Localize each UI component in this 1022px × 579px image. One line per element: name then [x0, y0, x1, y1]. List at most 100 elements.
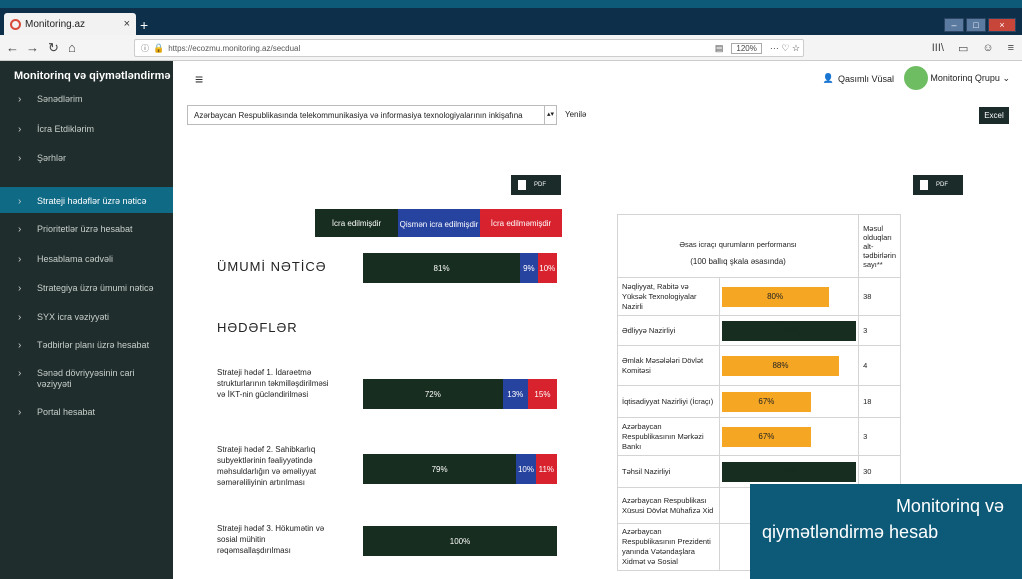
legend-partial: Qismən icra edilmişdir: [398, 209, 480, 237]
goal-1-text: Strateji hədəf 1. İdarəetmə strukturları…: [217, 368, 329, 399]
forward-icon[interactable]: →: [26, 40, 39, 55]
watermark-line-1: Monitorinq və: [895, 496, 1004, 516]
chevron-right-icon: ›: [18, 407, 22, 418]
sidebar-item-priorities[interactable]: › Prioritetlər üzrə hesabat: [0, 224, 173, 235]
chevron-down-icon: ⌄: [1002, 73, 1010, 83]
chevron-right-icon: ›: [18, 153, 22, 164]
goal-2-text: Strateji hədəf 2. Sahibkarlıq subyektlər…: [217, 445, 317, 487]
goals-title: HƏDƏFLƏR: [217, 320, 298, 335]
chevron-right-icon: ›: [18, 254, 22, 265]
dropdown-arrow-icon: ▴▾: [544, 106, 556, 124]
chevron-right-icon: ›: [18, 312, 22, 323]
chevron-right-icon: ›: [18, 94, 22, 105]
menu-icon[interactable]: ≡: [1008, 42, 1014, 55]
sidebar-item-doc-flow[interactable]: › Sənəd dövriyyəsinin cari vəziyyəti: [0, 368, 150, 390]
group-menu[interactable]: Monitorinq Qrupu ⌄: [930, 73, 1010, 84]
library-icon[interactable]: III\: [932, 42, 944, 55]
watermark: Monitorinq və qiymətləndirmə hesab: [750, 484, 1022, 579]
excel-button[interactable]: Excel: [979, 107, 1009, 124]
performance-org: Azərbaycan Respublikasının Prezidenti ya…: [617, 523, 720, 571]
watermark-line-2: qiymətləndirmə hesab: [762, 522, 939, 542]
tab-bar: Monitoring.az × + – □ ×: [0, 8, 1022, 35]
user-icon: 👤: [822, 73, 834, 83]
performance-title-cell: Əsas icraçı qurumların performansı (100 …: [616, 214, 860, 278]
performance-count: 4: [858, 345, 901, 386]
sidebar-item-action-plan[interactable]: › Tədbirlər planı üzrə hesabat: [0, 340, 173, 351]
performance-row: Əmlak Məsələləri Dövlət Komitəsi 88% 4: [617, 345, 901, 386]
toolbar-icons: III\ ▭ ☺ ≡: [932, 42, 1014, 55]
legend-done: İcra edilmişdir: [315, 209, 398, 237]
goal-3-bar: 100%: [363, 526, 557, 556]
goal-3-text: Strateji hədəf 3. Hökumətin və sosial mü…: [217, 524, 325, 555]
user-menu[interactable]: 👤 Qasımlı Vüsal: [823, 73, 894, 84]
sidebar-item-executed[interactable]: › İcra Etdiklərim: [0, 124, 173, 135]
performance-count: 18: [858, 385, 901, 418]
performance-bar: 100%: [721, 320, 856, 341]
performance-org: Əmlak Məsələləri Dövlət Komitəsi: [617, 345, 720, 386]
performance-org: Nəqliyyat, Rabitə və Yüksək Texnologiyal…: [617, 277, 720, 316]
performance-bar-cell: 100%: [718, 455, 860, 488]
overall-not-done-segment: 10%: [537, 253, 557, 283]
chevron-right-icon: ›: [18, 224, 22, 235]
reader-icon[interactable]: ▤: [715, 43, 724, 54]
minimize-button[interactable]: –: [944, 18, 964, 32]
sidebar-item-calculation[interactable]: › Hesablama cədvəli: [0, 254, 173, 265]
sidebar-item-strategy-overall[interactable]: › Strategiya üzrə ümumi nəticə: [0, 283, 173, 294]
new-tab-button[interactable]: +: [140, 17, 148, 33]
performance-row: Nəqliyyat, Rabitə və Yüksək Texnologiyal…: [617, 277, 901, 316]
pdf-button-goals[interactable]: PDF: [511, 175, 561, 195]
goal-2-bar: 79% 10% 11%: [363, 454, 557, 484]
sidebar-icon[interactable]: ▭: [958, 42, 968, 55]
performance-bar: 80%: [721, 286, 829, 307]
count-header: Məsul olduqları alt-tədbirlərin sayı**: [858, 214, 901, 278]
goal-2-partial-segment: 10%: [516, 454, 536, 484]
maximize-button[interactable]: □: [966, 18, 986, 32]
performance-row: İqtisadiyyat Nazirliyi (İcraçı) 67% 18: [617, 385, 901, 418]
back-icon[interactable]: ←: [6, 40, 19, 55]
performance-header-row: Əsas icraçı qurumların performansı (100 …: [616, 214, 901, 278]
performance-bar: 100%: [721, 461, 856, 482]
reload-icon[interactable]: ↻: [48, 40, 59, 56]
goal-1-bar: 72% 13% 15%: [363, 379, 557, 409]
user-name: Qasımlı Vüsal: [837, 73, 894, 84]
close-window-button[interactable]: ×: [988, 18, 1016, 32]
favicon-icon: [10, 18, 21, 30]
program-select[interactable]: Azərbaycan Respublikasında telekommunika…: [187, 105, 557, 125]
performance-row: Ədliyyə Nazirliyi 100% 3: [617, 315, 901, 346]
legend-not-done: İcra edilməmişdir: [480, 209, 562, 237]
performance-bar-cell: 88%: [718, 345, 860, 386]
sidebar-item-syx-status[interactable]: › SYX icra vəziyyəti: [0, 312, 173, 323]
zoom-level[interactable]: 120%: [731, 43, 762, 54]
account-icon[interactable]: ☺: [982, 42, 993, 55]
performance-bar-cell: 80%: [718, 277, 860, 316]
tab-close-icon[interactable]: ×: [124, 18, 130, 30]
sidebar-item-strategic-goals[interactable]: › Strateji hədəflər üzrə nəticə: [0, 187, 173, 213]
browser-tab[interactable]: Monitoring.az ×: [4, 13, 136, 35]
pdf-button-performance[interactable]: PDF: [913, 175, 963, 195]
home-icon[interactable]: ⌂: [68, 40, 76, 55]
page-actions-icon[interactable]: ··· ♡ ☆: [770, 43, 800, 54]
performance-org: Azərbaycan Respublikasının Mərkəzi Bankı: [617, 417, 720, 456]
goal-2-not-done-segment: 11%: [535, 454, 557, 484]
refresh-button[interactable]: Yenilə: [565, 110, 587, 119]
performance-row: Azərbaycan Respublikasının Mərkəzi Bankı…: [617, 417, 901, 456]
lock-icon: 🔒: [153, 42, 165, 53]
overall-bar: 81% 9% 10%: [363, 253, 557, 283]
avatar[interactable]: [904, 66, 928, 90]
performance-title: Əsas icraçı qurumların performansı: [679, 240, 797, 249]
performance-bar: 67%: [721, 391, 812, 412]
sidebar-item-documents[interactable]: › Sənədlərim: [0, 94, 173, 105]
pdf-icon: [920, 180, 928, 190]
address-bar[interactable]: ⓘ 🔒 https://ecozmu.monitoring.az/secdual: [134, 39, 804, 57]
sidebar-item-comments[interactable]: › Şərhlər: [0, 153, 173, 164]
sidebar-item-portal-report[interactable]: › Portal hesabat: [0, 407, 173, 418]
performance-count: 3: [858, 417, 901, 456]
url-text: https://ecozmu.monitoring.az/secdual: [168, 43, 301, 53]
goal-2-done-segment: 79%: [363, 454, 517, 484]
performance-count: 3: [858, 315, 901, 346]
pdf-icon: [518, 180, 526, 190]
overall-partial-segment: 9%: [520, 253, 538, 283]
performance-count: 30: [858, 455, 901, 488]
hamburger-menu-icon[interactable]: ≡: [195, 71, 203, 87]
chevron-right-icon: ›: [18, 283, 22, 294]
